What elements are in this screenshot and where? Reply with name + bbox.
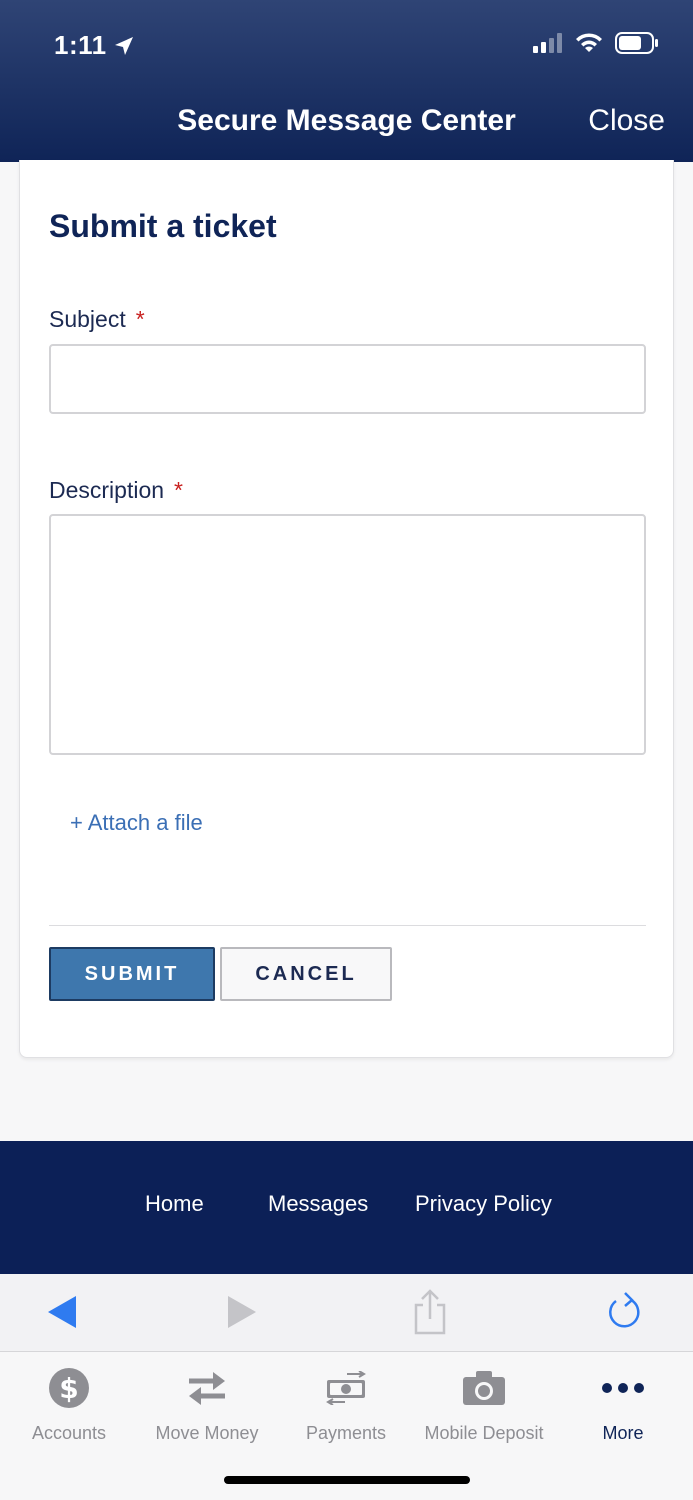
subject-label: Subject * <box>49 306 145 333</box>
tab-label: More <box>602 1423 644 1443</box>
camera-icon <box>462 1366 506 1410</box>
required-asterisk: * <box>135 306 145 332</box>
form-divider <box>49 925 646 926</box>
description-textarea[interactable] <box>49 514 646 755</box>
tab-label: Payments <box>305 1423 387 1443</box>
more-dots-icon <box>601 1366 645 1410</box>
status-indicators <box>533 32 659 54</box>
subject-input[interactable] <box>49 344 646 414</box>
wifi-icon <box>576 33 602 52</box>
bottom-tab-bar: $ Accounts Move Money Payments Mobile De… <box>0 1352 693 1500</box>
location-arrow-icon <box>114 36 133 55</box>
subject-label-text: Subject <box>49 306 126 332</box>
forward-arrow-icon[interactable] <box>222 1292 262 1332</box>
tab-accounts[interactable]: $ Accounts <box>0 1366 138 1444</box>
submit-button[interactable]: SUBMIT <box>49 947 215 1001</box>
close-button[interactable]: Close <box>588 104 665 138</box>
attach-file-link[interactable]: + Attach a file <box>70 810 203 836</box>
tab-move-money[interactable]: Move Money <box>138 1366 276 1444</box>
footer-link-messages[interactable]: Messages <box>268 1191 368 1217</box>
transfer-arrows-icon <box>187 1366 227 1410</box>
status-time-text: 1:11 <box>54 30 107 60</box>
back-arrow-icon[interactable] <box>42 1292 82 1332</box>
ticket-form-card: Submit a ticket Subject * Description * + … <box>19 160 674 1058</box>
home-indicator <box>224 1476 470 1484</box>
footer-link-privacy-policy[interactable]: Privacy Policy <box>415 1191 552 1217</box>
cellular-signal-icon <box>533 33 562 53</box>
tab-payments[interactable]: Payments <box>277 1366 415 1444</box>
app-header: 1:11 Secure Message Center Close <box>0 0 693 162</box>
share-icon[interactable] <box>410 1289 450 1335</box>
battery-icon <box>615 32 658 54</box>
bill-icon <box>325 1366 367 1410</box>
tab-label: Mobile Deposit <box>424 1423 544 1443</box>
dollar-circle-icon: $ <box>48 1366 90 1410</box>
footer-link-home[interactable]: Home <box>145 1191 204 1217</box>
tab-label: Accounts <box>31 1423 107 1443</box>
tab-more[interactable]: More <box>554 1366 692 1444</box>
description-label: Description * <box>49 477 183 504</box>
description-label-text: Description <box>49 477 165 503</box>
form-title: Submit a ticket <box>49 208 277 244</box>
required-asterisk: * <box>174 477 183 503</box>
reload-icon[interactable] <box>605 1292 645 1332</box>
svg-text:$: $ <box>59 1372 78 1405</box>
status-time: 1:11 <box>54 30 135 61</box>
tab-mobile-deposit[interactable]: Mobile Deposit <box>415 1366 553 1444</box>
tab-label: Move Money <box>155 1423 259 1443</box>
browser-toolbar <box>0 1274 693 1352</box>
cancel-button[interactable]: CANCEL <box>220 947 392 1001</box>
site-footer: Home Messages Privacy Policy <box>0 1141 693 1274</box>
